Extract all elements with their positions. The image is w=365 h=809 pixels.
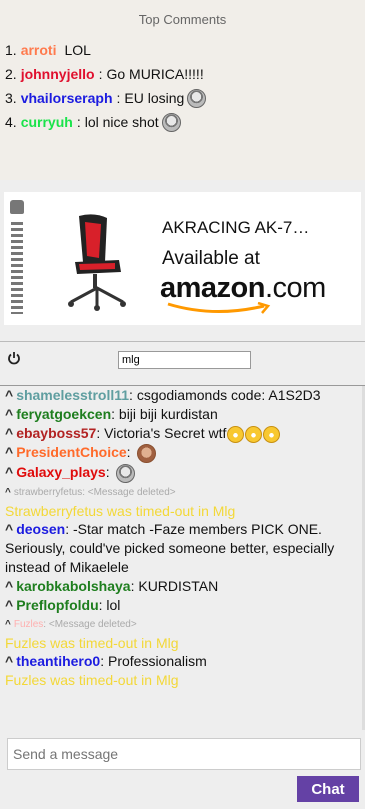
- ad-available-text: Available at: [162, 248, 260, 269]
- top-comment-item: 4. curryuh: lol nice shot: [5, 110, 206, 134]
- amazon-logo: amazon.com: [160, 272, 326, 304]
- separator: :: [65, 520, 73, 537]
- upvote-icon[interactable]: ^: [5, 597, 13, 613]
- chat-username[interactable]: karobkabolshaya: [16, 578, 130, 594]
- deleted-message: ^ Fuzles: <Message deleted>: [5, 615, 360, 634]
- chat-send-button[interactable]: Chat: [297, 776, 359, 802]
- laughing-emote-icon: [227, 425, 245, 443]
- chat-message-text: csgodiamonds code: A1S2D3: [136, 387, 321, 403]
- top-comment-username[interactable]: arroti: [21, 42, 57, 58]
- chat-message-text: <Message deleted>: [87, 486, 176, 498]
- upvote-icon[interactable]: ^: [5, 521, 13, 537]
- separator: :: [116, 90, 121, 106]
- chat-message: ^ feryatgoekcen: biji biji kurdistan: [5, 405, 360, 424]
- upvote-icon[interactable]: ^: [5, 406, 13, 422]
- top-comment-rank: 2.: [5, 66, 17, 82]
- ad-product-title: AKRACING AK-7…: [162, 218, 310, 237]
- upvote-icon[interactable]: ^: [5, 464, 13, 480]
- chat-username[interactable]: deosen: [16, 521, 65, 537]
- chat-username[interactable]: theantihero0: [16, 653, 100, 669]
- chat-username[interactable]: Fuzles: [14, 619, 43, 630]
- chat-message-text: biji biji kurdistan: [118, 406, 218, 422]
- top-comment-rank: 1.: [5, 42, 17, 58]
- chat-username[interactable]: Preflopfoldu: [16, 597, 98, 613]
- thumbs-up-icon: [10, 200, 24, 214]
- separator: :: [129, 387, 137, 403]
- gaming-chair-image: [68, 214, 126, 311]
- chat-message: ^ ebayboss57: Victoria's Secret wtf: [5, 424, 360, 443]
- face-emote-icon: [161, 112, 181, 132]
- chat-messages: ^ shamelesstroll11: csgodiamonds code: A1…: [0, 386, 362, 730]
- top-comments-list: 1. arroti LOL 2. johnnyjello: Go MURICA!!!!! 3…: [5, 38, 207, 134]
- ad-banner[interactable]: AKRACING AK-7… Available at amazon.com: [4, 192, 361, 325]
- upvote-icon[interactable]: ^: [5, 487, 11, 498]
- power-icon[interactable]: [7, 351, 21, 365]
- chat-message: ^ PresidentChoice:: [5, 443, 360, 463]
- chat-username[interactable]: PresidentChoice: [16, 444, 126, 460]
- top-comment-rank: 4.: [5, 114, 17, 130]
- laughing-emote-icon: [263, 425, 281, 443]
- timeout-notice: Fuzles was timed-out in Mlg: [5, 634, 179, 651]
- top-comment-text: LOL: [64, 42, 91, 58]
- like-gauge: [8, 200, 26, 318]
- top-comment-item: 1. arroti LOL: [5, 38, 206, 62]
- chat-message-text: lol: [106, 596, 121, 613]
- top-comment-item: 2. johnnyjello: Go MURICA!!!!!: [5, 62, 206, 86]
- divider: [0, 341, 365, 342]
- timeout-notice: Strawberryfetus was timed-out in Mlg: [5, 502, 236, 519]
- chat-username[interactable]: shamelesstroll11: [16, 387, 129, 403]
- deleted-message: ^ strawberryfetus: <Message deleted>: [5, 483, 360, 502]
- filter-input[interactable]: [118, 351, 251, 369]
- top-comment-username[interactable]: johnnyjello: [21, 66, 95, 82]
- chat-message-text: Victoria's Secret wtf: [104, 425, 227, 441]
- top-comment-text: lol nice shot: [84, 114, 159, 130]
- chat-message-text: <Message deleted>: [48, 618, 137, 630]
- chat-message: ^ Preflopfoldu: lol: [5, 596, 360, 615]
- laughing-emote-icon: [245, 425, 263, 443]
- separator: :: [100, 652, 108, 669]
- chat-username[interactable]: feryatgoekcen: [16, 406, 111, 422]
- top-comment-item: 3. vhailorseraph: EU losing: [5, 86, 207, 110]
- upvote-icon[interactable]: ^: [5, 578, 13, 594]
- top-comment-text: Go MURICA!!!!!: [106, 66, 204, 82]
- timeout-notice: Fuzles was timed-out in Mlg: [5, 671, 179, 688]
- top-comment-rank: 3.: [5, 90, 17, 106]
- chat-panel: Top Comments 1. arroti LOL 2. johnnyjello: Go…: [0, 0, 365, 809]
- chat-message: ^ karobkabolshaya: KURDISTAN: [5, 577, 360, 596]
- face-emote-icon: [116, 463, 136, 483]
- separator: :: [105, 463, 114, 480]
- chat-message: ^ deosen: -Star match -Faze members PICK …: [5, 520, 360, 577]
- chat-message: ^ shamelesstroll11: csgodiamonds code: A1…: [5, 386, 360, 405]
- upvote-icon[interactable]: ^: [5, 444, 13, 460]
- upvote-icon[interactable]: ^: [5, 653, 13, 669]
- chat-username[interactable]: strawberryfetus: [14, 487, 82, 498]
- kappa-emote-icon: [137, 443, 157, 463]
- upvote-icon[interactable]: ^: [5, 387, 13, 403]
- chat-username[interactable]: Galaxy_plays: [16, 464, 106, 480]
- separator: :: [96, 425, 105, 441]
- message-input[interactable]: [7, 738, 361, 770]
- top-comment-text: EU losing: [124, 90, 185, 106]
- chat-message: ^ Galaxy_plays:: [5, 463, 360, 483]
- chat-message: ^ theantihero0: Professionalism: [5, 652, 360, 671]
- upvote-icon[interactable]: ^: [5, 619, 11, 630]
- separator: :: [76, 114, 81, 130]
- amazon-smile-icon: [167, 302, 271, 314]
- top-comment-username[interactable]: vhailorseraph: [21, 90, 113, 106]
- separator: :: [98, 66, 103, 82]
- face-emote-icon: [187, 88, 207, 108]
- gauge-bars: [11, 222, 23, 314]
- chat-message-text: Professionalism: [107, 652, 207, 669]
- chat-message-text: KURDISTAN: [138, 577, 219, 594]
- top-comments-title: Top Comments: [138, 12, 227, 27]
- chat-username[interactable]: ebayboss57: [16, 425, 96, 441]
- separator: :: [126, 444, 135, 460]
- separator: :: [111, 406, 119, 422]
- upvote-icon[interactable]: ^: [5, 425, 13, 441]
- top-comments-section: Top Comments 1. arroti LOL 2. johnnyjello: Go…: [0, 0, 365, 180]
- top-comment-username[interactable]: curryuh: [21, 114, 73, 130]
